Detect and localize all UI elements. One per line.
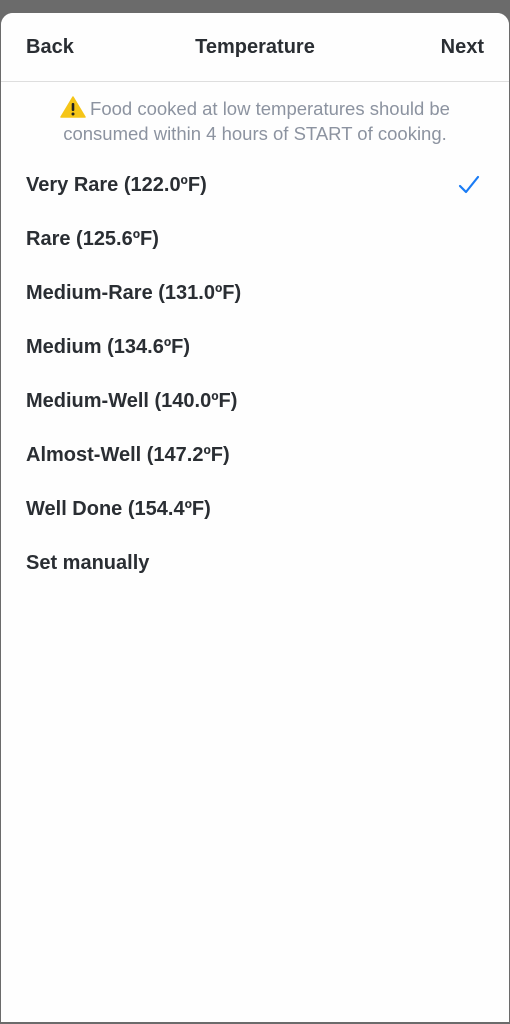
- option-label: Medium-Well (140.0ºF): [26, 390, 238, 412]
- back-button[interactable]: Back: [26, 35, 74, 59]
- option-label: Well Done (154.4ºF): [26, 498, 211, 520]
- option-rare[interactable]: Rare (125.6ºF): [1, 212, 509, 266]
- warning-text: Food cooked at low temperatures should b…: [63, 98, 450, 144]
- option-medium-well[interactable]: Medium-Well (140.0ºF): [1, 374, 509, 428]
- next-button[interactable]: Next: [441, 35, 484, 59]
- option-label: Medium (134.6ºF): [26, 336, 191, 358]
- warning-notice: Food cooked at low temperatures should b…: [26, 96, 484, 146]
- modal-sheet: Back Temperature Next Food cooked at low…: [1, 13, 509, 1022]
- option-label: Set manually: [26, 552, 150, 574]
- option-set-manually[interactable]: Set manually: [1, 536, 509, 590]
- option-medium-rare[interactable]: Medium-Rare (131.0ºF): [1, 266, 509, 320]
- navigation-bar: Back Temperature Next: [1, 13, 509, 82]
- option-well-done[interactable]: Well Done (154.4ºF): [1, 482, 509, 536]
- temperature-options-list: Very Rare (122.0ºF) Rare (125.6ºF) Mediu…: [1, 158, 509, 590]
- option-label: Almost-Well (147.2ºF): [26, 444, 230, 466]
- option-label: Rare (125.6ºF): [26, 228, 159, 250]
- option-label: Very Rare (122.0ºF): [26, 174, 207, 196]
- checkmark-icon: [458, 175, 480, 194]
- option-label: Medium-Rare (131.0ºF): [26, 282, 242, 304]
- page-title: Temperature: [195, 36, 315, 58]
- option-medium[interactable]: Medium (134.6ºF): [1, 320, 509, 374]
- option-very-rare[interactable]: Very Rare (122.0ºF): [1, 158, 509, 212]
- warning-icon: [60, 96, 86, 118]
- option-almost-well[interactable]: Almost-Well (147.2ºF): [1, 428, 509, 482]
